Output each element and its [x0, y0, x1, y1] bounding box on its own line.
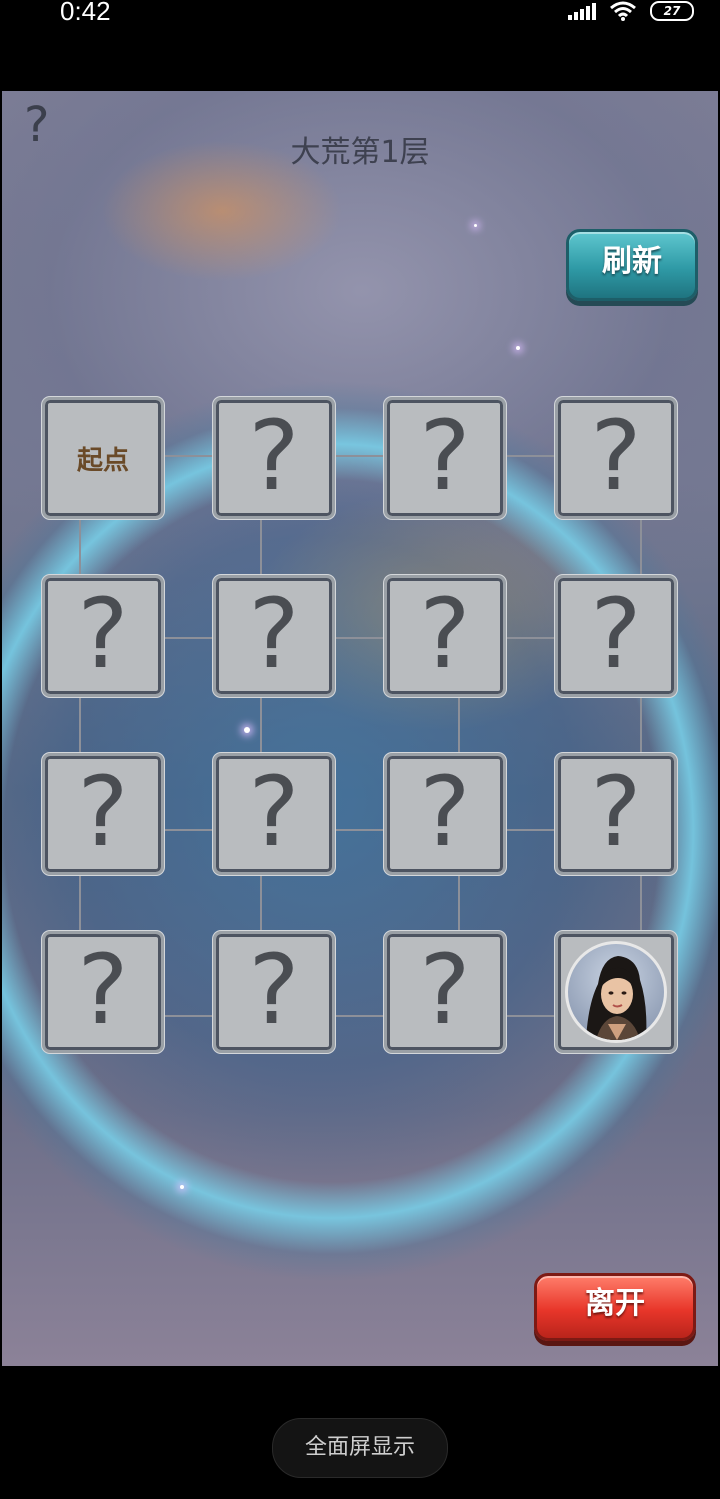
start-label: 起点 — [76, 445, 129, 476]
path-connector — [260, 519, 262, 576]
question-mark-icon: ? — [77, 934, 129, 1046]
tile-unknown[interactable]: ? — [213, 753, 335, 875]
path-connector — [260, 698, 262, 754]
status-icons: 27 — [568, 0, 694, 22]
path-connector — [640, 698, 642, 754]
path-connector — [260, 875, 262, 932]
path-connector — [79, 698, 81, 754]
question-mark-icon: ? — [77, 578, 129, 690]
tile-unknown[interactable]: ? — [42, 575, 164, 697]
path-connector — [335, 1015, 385, 1017]
path-connector — [335, 829, 385, 831]
path-connector — [506, 829, 556, 831]
status-time: 0:42 — [60, 0, 111, 26]
question-mark-icon: ? — [248, 400, 300, 512]
path-connector — [164, 455, 214, 457]
tile-start[interactable]: 起点 — [42, 397, 164, 519]
question-mark-icon: ? — [590, 578, 642, 690]
question-mark-icon: ? — [419, 400, 471, 512]
tile-unknown[interactable]: ? — [555, 753, 677, 875]
tile-unknown[interactable]: ? — [384, 575, 506, 697]
star-decoration — [516, 346, 520, 350]
question-mark-icon: ? — [419, 934, 471, 1046]
star-decoration — [180, 1185, 184, 1189]
signal-icon — [568, 2, 596, 20]
path-connector — [164, 829, 214, 831]
question-mark-icon: ? — [248, 934, 300, 1046]
tile-unknown[interactable]: ? — [213, 931, 335, 1053]
path-connector — [506, 1015, 556, 1017]
path-connector — [79, 519, 81, 576]
character-portrait-icon — [586, 956, 647, 1040]
path-connector — [79, 875, 81, 932]
question-mark-icon: ? — [590, 400, 642, 512]
question-mark-icon: ? — [419, 756, 471, 868]
player-avatar — [565, 941, 667, 1043]
page-title: 大荒第1层 — [290, 135, 430, 170]
tile-unknown[interactable]: ? — [384, 931, 506, 1053]
star-decoration — [474, 224, 477, 227]
path-connector — [506, 455, 556, 457]
navigation-bar: 全面屏显示 — [0, 1366, 720, 1499]
tile-unknown[interactable]: ? — [384, 397, 506, 519]
tile-player[interactable] — [555, 931, 677, 1053]
path-connector — [335, 455, 385, 457]
tile-unknown[interactable]: ? — [555, 575, 677, 697]
question-mark-icon: ? — [248, 756, 300, 868]
path-connector — [335, 637, 385, 639]
path-connector — [164, 637, 214, 639]
tile-unknown[interactable]: ? — [213, 397, 335, 519]
path-connector — [506, 637, 556, 639]
status-bar: 0:42 27 — [0, 0, 720, 90]
tile-unknown[interactable]: ? — [384, 753, 506, 875]
path-connector — [164, 1015, 214, 1017]
star-decoration — [244, 727, 250, 733]
tile-unknown[interactable]: ? — [42, 753, 164, 875]
tile-unknown[interactable]: ? — [213, 575, 335, 697]
wifi-icon — [610, 1, 636, 21]
path-connector — [640, 519, 642, 576]
question-mark-icon: ? — [77, 756, 129, 868]
tile-unknown[interactable]: ? — [42, 931, 164, 1053]
game-screen: ? 大荒第1层 刷新 起点 ? ? ? ? ? ? ? ? ? ? ? ? ? … — [2, 91, 718, 1366]
refresh-button[interactable]: 刷新 — [566, 229, 698, 301]
battery-icon: 27 — [650, 1, 694, 21]
leave-button[interactable]: 离开 — [534, 1273, 696, 1341]
fullscreen-button[interactable]: 全面屏显示 — [272, 1418, 448, 1478]
path-connector — [640, 875, 642, 932]
path-connector — [458, 698, 460, 754]
question-mark-icon: ? — [419, 578, 471, 690]
path-connector — [458, 875, 460, 932]
question-mark-icon: ? — [590, 756, 642, 868]
question-mark-icon: ? — [248, 578, 300, 690]
tile-unknown[interactable]: ? — [555, 397, 677, 519]
